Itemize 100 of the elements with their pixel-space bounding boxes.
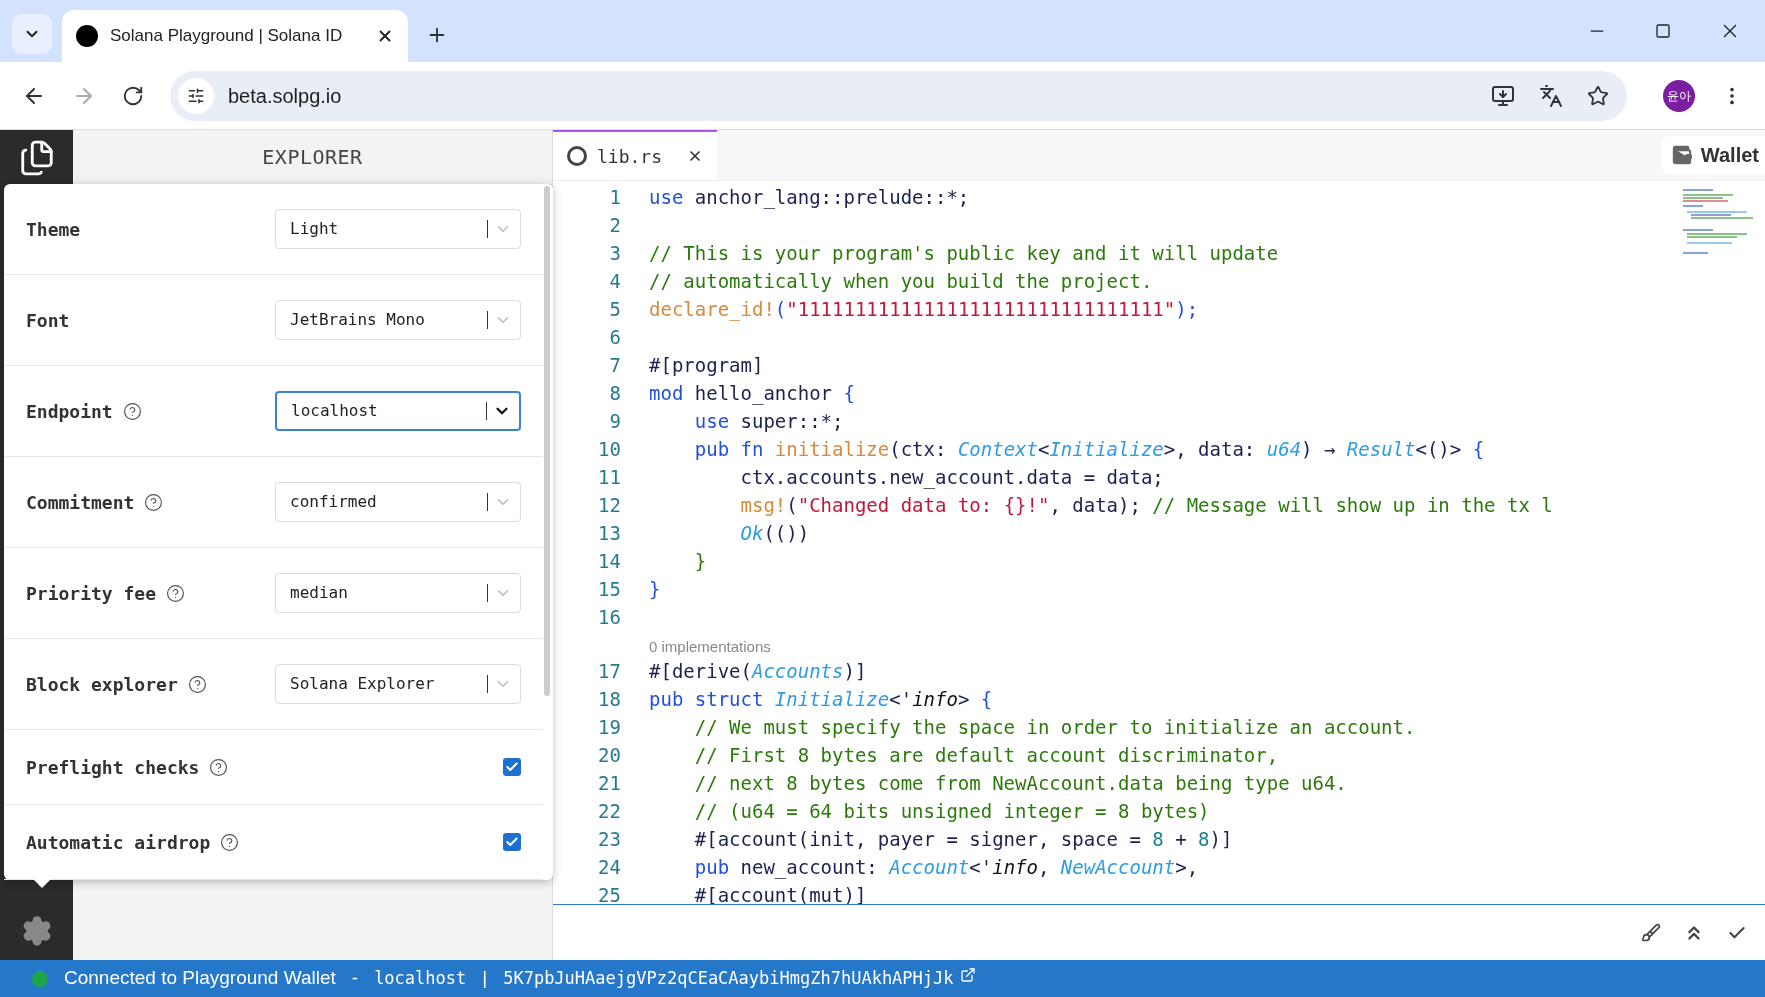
- code-line: #[derive(Accounts)]: [649, 658, 867, 684]
- code-line: // next 8 bytes come from NewAccount.data being type u64.: [693, 770, 1347, 796]
- select-value: localhost: [291, 400, 379, 422]
- line-number: 13: [597, 520, 621, 546]
- external-link-icon[interactable]: [959, 966, 976, 983]
- code-line: #[account(mut)]: [693, 882, 867, 904]
- code-lens[interactable]: 0 implementations: [649, 637, 771, 657]
- code-line: Ok(()): [739, 520, 810, 546]
- code-line: mod hello_anchor {: [649, 380, 855, 407]
- address-bar[interactable]: beta.solpg.io: [170, 70, 1627, 121]
- install-icon[interactable]: [1491, 83, 1515, 108]
- line-number: 17: [597, 658, 621, 684]
- code-line: pub new_account: Account<'info, NewAccount>,: [693, 854, 1199, 881]
- help-icon[interactable]: [166, 583, 186, 603]
- line-number: 5: [608, 296, 621, 322]
- line-number: 20: [597, 742, 621, 768]
- select-value: median: [290, 582, 349, 604]
- address-link[interactable]: 5K7pbJuHAaejgVPz2qCEaCAaybiHmgZh7hUAkhAPHjJk: [503, 965, 954, 992]
- line-number: 3: [608, 240, 621, 266]
- wallet-button[interactable]: Wallet: [1660, 136, 1765, 174]
- site-settings-icon[interactable]: [187, 86, 205, 105]
- brush-icon[interactable]: [1641, 922, 1661, 943]
- line-number: 18: [597, 686, 621, 712]
- code-line: use super::*;: [693, 408, 844, 434]
- select-field[interactable]: Light: [275, 209, 521, 249]
- help-icon[interactable]: [187, 674, 207, 694]
- setting-label: Endpoint: [26, 399, 113, 424]
- setting-label: Font: [26, 308, 70, 333]
- connection-status-icon: [32, 970, 48, 987]
- url-text: beta.solpg.io: [228, 83, 343, 109]
- connection-text[interactable]: Connected to Playground Wallet: [64, 964, 336, 993]
- browser-tab[interactable]: Solana Playground | Solana ID: [62, 10, 408, 62]
- code-line: msg!("Changed data to: {}!", data); // Message will show up in the tx l: [739, 492, 1553, 518]
- setting-label: Preflight checks: [26, 755, 200, 780]
- code-line: // automatically when you build the project.: [649, 268, 1153, 294]
- editor-tab[interactable]: lib.rs: [553, 130, 717, 180]
- line-number: 22: [597, 798, 621, 824]
- panel-title: EXPLORER: [262, 144, 363, 171]
- separator-text: |: [482, 966, 488, 991]
- line-number: 11: [597, 464, 621, 490]
- help-icon[interactable]: [220, 832, 240, 852]
- select-value: Light: [290, 218, 340, 240]
- checkbox[interactable]: [503, 833, 521, 851]
- line-number: 12: [597, 492, 621, 518]
- setting-label: Commitment: [26, 490, 135, 515]
- code-line: declare_id!("11111111111111111111111111111111");: [649, 296, 1199, 323]
- line-number: 8: [608, 380, 621, 406]
- select-field[interactable]: confirmed: [275, 482, 521, 522]
- line-number: 19: [597, 714, 621, 740]
- profile-avatar[interactable]: 윤아: [1663, 79, 1695, 112]
- help-icon[interactable]: [144, 492, 164, 512]
- line-number: 15: [597, 576, 621, 602]
- code-line: use anchor_lang::prelude::*;: [649, 184, 970, 211]
- line-number: 24: [597, 854, 621, 880]
- setting-label: Automatic airdrop: [26, 830, 211, 855]
- select-value: Solana Explorer: [290, 673, 436, 695]
- line-number: 23: [597, 826, 621, 852]
- help-icon[interactable]: [209, 757, 229, 777]
- line-number: 25: [597, 882, 621, 904]
- bookmark-star-icon[interactable]: [1587, 84, 1609, 107]
- select-field[interactable]: JetBrains Mono: [275, 300, 521, 340]
- endpoint-text: localhost: [374, 966, 467, 990]
- code-line: }: [649, 576, 661, 602]
- line-number: 14: [597, 548, 621, 574]
- select-value: confirmed: [290, 491, 378, 513]
- translate-icon[interactable]: [1539, 83, 1563, 108]
- maximize-icon[interactable]: [1655, 23, 1671, 39]
- setting-label: Block explorer: [26, 672, 178, 697]
- line-number: 1: [608, 184, 621, 210]
- code-line: // We must specify the space in order to initialize an account.: [693, 714, 1416, 740]
- code-line: // First 8 bytes are default account discriminator,: [693, 742, 1279, 768]
- select-value: JetBrains Mono: [290, 309, 426, 331]
- line-number: 21: [597, 770, 621, 796]
- code-line: #[account(init, payer = signer, space = 8 + 8)]: [693, 826, 1233, 852]
- code-line: ctx.accounts.new_account.data = data;: [739, 464, 1164, 491]
- favicon-icon: [76, 25, 98, 47]
- select-field[interactable]: localhost: [275, 391, 521, 431]
- code-line: pub fn initialize(ctx: Context<Initialize>, data: u64) → Result<()> {: [693, 436, 1485, 462]
- wallet-icon: [1670, 144, 1693, 166]
- checkbox[interactable]: [503, 758, 521, 776]
- check-icon: [505, 760, 519, 774]
- select-field[interactable]: median: [275, 573, 521, 613]
- help-icon[interactable]: [122, 401, 142, 421]
- select-field[interactable]: Solana Explorer: [275, 664, 521, 704]
- line-number: 10: [597, 436, 621, 462]
- scrollbar-thumb[interactable]: [544, 186, 550, 696]
- line-number: 2: [608, 212, 621, 238]
- line-number: 6: [608, 324, 621, 350]
- code-line: // This is your program's public key and it will update: [649, 240, 1279, 266]
- code-line: pub struct Initialize<'info> {: [649, 686, 993, 712]
- line-number: 9: [608, 408, 621, 434]
- line-number: 4: [608, 268, 621, 294]
- separator-text: -: [351, 966, 359, 991]
- code-line: }: [693, 548, 707, 574]
- tab-filename: lib.rs: [597, 144, 664, 169]
- code-line: #[program]: [649, 352, 764, 378]
- check-icon: [505, 835, 519, 849]
- close-icon[interactable]: [687, 148, 703, 164]
- line-number: 16: [597, 604, 621, 630]
- reload-icon[interactable]: [122, 84, 144, 107]
